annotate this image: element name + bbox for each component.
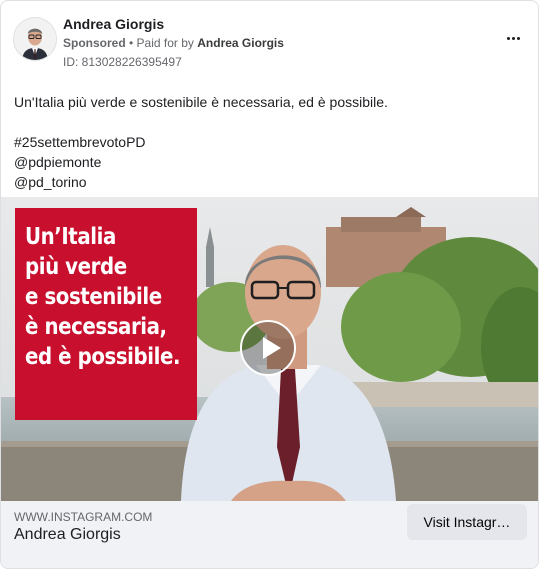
more-horizontal-icon[interactable] <box>502 27 524 49</box>
overlay-line: e sostenibile <box>25 284 162 310</box>
avatar-image <box>14 18 56 60</box>
sponsored-label: Sponsored <box>63 36 126 50</box>
overlay-text-box: Un’Italia più verde e sostenibile è necessa… <box>15 208 197 420</box>
mention-link[interactable]: @pd_torino <box>14 172 525 192</box>
play-icon[interactable] <box>240 320 296 376</box>
overlay-line: Un’Italia <box>25 224 116 250</box>
body-line: Un'Italia più verde e sostenibile è nece… <box>14 94 388 110</box>
video-media[interactable]: Un’Italia più verde e sostenibile è necessa… <box>1 197 538 501</box>
overlay-line: più verde <box>25 254 127 280</box>
overlay-line: ed è possibile. <box>25 344 181 370</box>
sponsor-line: Sponsored • Paid for by Andrea Giorgis <box>63 36 284 50</box>
mention-link[interactable]: @pdpiemonte <box>14 152 525 172</box>
post-header: Andrea Giorgis Sponsored • Paid for by A… <box>13 13 526 71</box>
ad-card: Andrea Giorgis Sponsored • Paid for by A… <box>0 0 539 569</box>
paid-for-prefix: Paid for by <box>136 36 198 50</box>
visit-instagram-button[interactable]: Visit Instagr… <box>407 504 527 540</box>
link-domain: WWW.INSTAGRAM.COM <box>14 510 153 524</box>
payer-name: Andrea Giorgis <box>197 36 284 50</box>
avatar[interactable] <box>13 17 57 61</box>
ad-id: ID: 813028226395497 <box>63 55 182 69</box>
hashtag-link[interactable]: #25settembrevotoPD <box>14 132 525 152</box>
author-name[interactable]: Andrea Giorgis <box>63 16 164 32</box>
overlay-line: è necessaria, <box>25 314 167 340</box>
overlay-lines: Un’Italia più verde e sostenibile è necessa… <box>25 222 205 372</box>
post-body: Un'Italia più verde e sostenibile è nece… <box>14 92 525 192</box>
link-title[interactable]: Andrea Giorgis <box>14 526 121 544</box>
link-footer[interactable]: WWW.INSTAGRAM.COM Andrea Giorgis Visit I… <box>1 501 538 568</box>
separator: • <box>125 36 137 50</box>
